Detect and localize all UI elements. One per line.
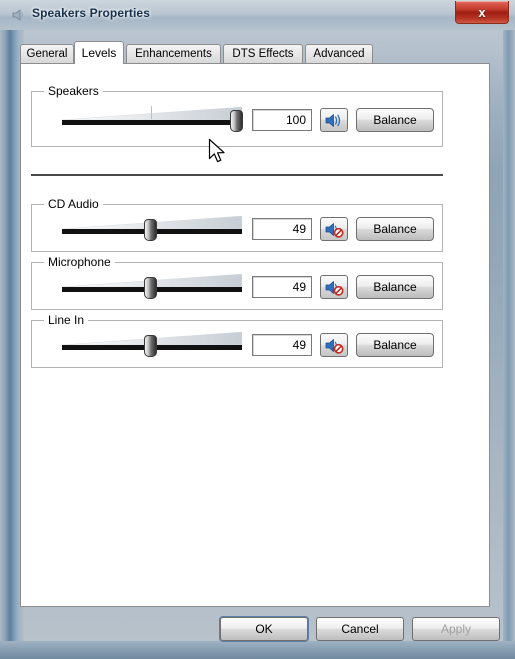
slider-thumb[interactable] [144, 335, 157, 357]
tab-enhancements[interactable]: Enhancements [126, 44, 221, 63]
cancel-label: Cancel [341, 622, 379, 636]
window-frame-right [503, 0, 515, 659]
tab-levels[interactable]: Levels [74, 41, 124, 64]
volume-value-speakers[interactable]: 100 [252, 109, 312, 131]
speaker-muted-icon [324, 221, 344, 243]
tab-strip: General Levels Enhancements DTS Effects … [20, 41, 490, 64]
speaker-on-icon [324, 112, 344, 134]
tab-general[interactable]: General [20, 44, 74, 63]
speaker-properties-icon [10, 7, 26, 23]
group-line-in: Line In 49 Balance [31, 313, 443, 368]
volume-slider-line-in[interactable] [61, 330, 243, 360]
tab-label: General [26, 48, 68, 60]
group-title: Speakers [44, 84, 103, 98]
volume-slider-microphone[interactable] [61, 272, 243, 302]
balance-button-speakers[interactable]: Balance [356, 108, 434, 132]
balance-button-cd-audio[interactable]: Balance [356, 217, 434, 241]
mute-toggle-microphone[interactable] [320, 275, 348, 299]
ok-button[interactable]: OK [220, 617, 308, 641]
tab-label: Enhancements [135, 48, 212, 60]
tab-label: Levels [81, 46, 117, 60]
balance-label: Balance [373, 280, 417, 294]
balance-label: Balance [373, 338, 417, 352]
speaker-muted-icon [324, 279, 344, 301]
group-title: CD Audio [44, 197, 103, 211]
window-title: Speakers Properties [32, 6, 150, 20]
group-speakers: Speakers 100 Balance [31, 84, 443, 147]
title-bar[interactable]: Speakers Properties x [0, 0, 515, 30]
tab-label: DTS Effects [232, 48, 294, 60]
dialog-button-bar: OK Cancel Apply [20, 607, 500, 641]
tab-dts-effects[interactable]: DTS Effects [223, 44, 303, 63]
volume-slider-cd-audio[interactable] [61, 214, 243, 244]
slider-gradient [61, 106, 243, 121]
mute-toggle-speakers[interactable] [320, 108, 348, 132]
close-icon: x [478, 4, 486, 20]
slider-track [62, 120, 242, 125]
tab-label: Advanced [313, 48, 365, 60]
tab-advanced[interactable]: Advanced [305, 44, 373, 63]
ok-label: OK [255, 622, 273, 636]
group-title: Microphone [44, 255, 115, 269]
levels-panel: Speakers 100 Balance CD Audio 49 Balance… [20, 63, 490, 607]
balance-label: Balance [373, 113, 417, 127]
slider-thumb[interactable] [144, 277, 157, 299]
slider-thumb[interactable] [144, 219, 157, 241]
slider-tick [151, 106, 152, 119]
group-microphone: Microphone 49 Balance [31, 255, 443, 310]
group-title: Line In [44, 313, 89, 327]
balance-button-microphone[interactable]: Balance [356, 275, 434, 299]
apply-button: Apply [412, 617, 500, 641]
volume-slider-speakers[interactable] [61, 105, 243, 135]
close-button[interactable]: x [455, 1, 509, 24]
balance-label: Balance [373, 222, 417, 236]
slider-thumb[interactable] [230, 110, 243, 132]
cancel-button[interactable]: Cancel [316, 617, 404, 641]
window-frame-bottom [0, 641, 515, 659]
section-divider [31, 174, 443, 176]
volume-value-microphone[interactable]: 49 [252, 276, 312, 298]
mute-toggle-cd-audio[interactable] [320, 217, 348, 241]
volume-value-line-in[interactable]: 49 [252, 334, 312, 356]
balance-button-line-in[interactable]: Balance [356, 333, 434, 357]
apply-label: Apply [440, 622, 472, 636]
volume-value-cd-audio[interactable]: 49 [252, 218, 312, 240]
speaker-muted-icon [324, 337, 344, 359]
mute-toggle-line-in[interactable] [320, 333, 348, 357]
group-cd-audio: CD Audio 49 Balance [31, 197, 443, 252]
dialog-window: Speakers Properties x General Levels Enh… [0, 0, 515, 659]
